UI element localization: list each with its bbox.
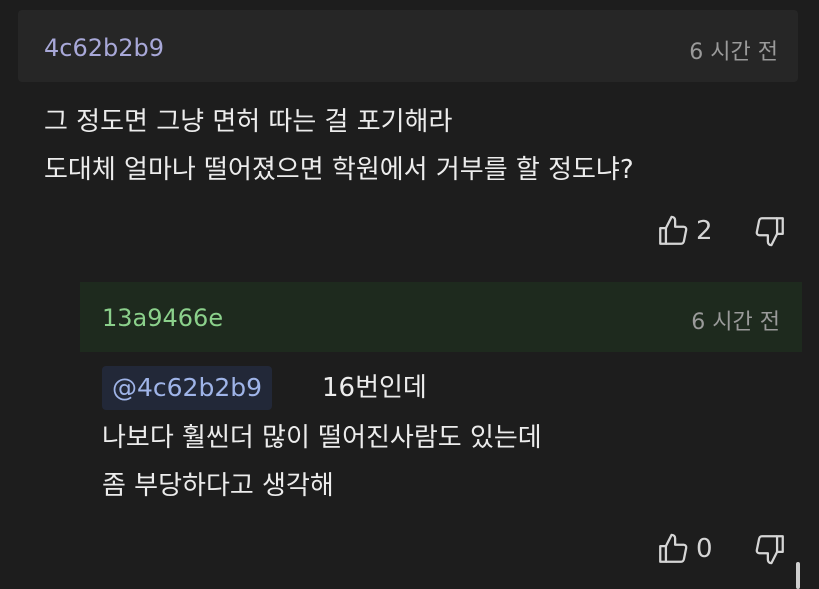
thumbs-up-icon — [659, 215, 688, 245]
comment-line: 도대체 얼마나 떨어졌으면 학원에서 거부를 할 정도냐? — [44, 155, 634, 185]
dislike-button[interactable] — [753, 214, 787, 248]
reply-time: 6 시간 전 — [691, 310, 780, 335]
comment-header: 4c62b2b9 6 시간 전 — [18, 10, 798, 82]
dislike-button[interactable] — [753, 532, 787, 566]
like-button[interactable]: 0 — [656, 532, 753, 566]
like-button[interactable]: 2 — [656, 214, 753, 248]
comment-author[interactable]: 4c62b2b9 — [44, 34, 164, 62]
thumbs-up-icon — [659, 533, 688, 563]
thumbs-down-icon — [755, 217, 784, 247]
comment-actions: 2 — [656, 214, 787, 248]
reply-line: 나보다 훨씬더 많이 떨어진사람도 있는데 — [102, 423, 542, 453]
scrollbar[interactable] — [796, 562, 800, 589]
comment-time: 6 시간 전 — [689, 40, 778, 65]
reply-line: 좀 부당하다고 생각해 — [102, 471, 334, 501]
reply-line: 16번인데 — [322, 373, 427, 403]
comment-body: 그 정도면 그냥 면허 따는 걸 포기해라 도대체 얼마나 떨어졌으면 학원에서… — [44, 98, 634, 194]
like-count: 2 — [696, 216, 713, 246]
like-count: 0 — [696, 534, 713, 564]
reply-actions: 0 — [656, 532, 787, 566]
reply-body: 나보다 훨씬더 많이 떨어진사람도 있는데 좀 부당하다고 생각해 — [102, 414, 542, 510]
mention-tag[interactable]: @4c62b2b9 — [102, 366, 273, 410]
reply-author[interactable]: 13a9466e — [102, 304, 223, 332]
comment-line: 그 정도면 그냥 면허 따는 걸 포기해라 — [44, 107, 453, 137]
thumbs-down-icon — [755, 535, 784, 565]
reply-header: 13a9466e 6 시간 전 — [80, 282, 802, 352]
